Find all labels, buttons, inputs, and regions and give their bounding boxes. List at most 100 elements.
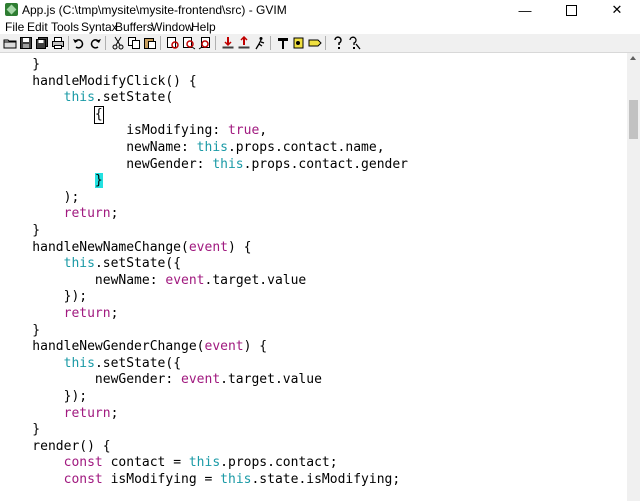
save-session-icon[interactable] xyxy=(237,36,251,50)
code-text: ) { xyxy=(227,239,252,255)
code-text: } xyxy=(1,422,41,438)
open-icon[interactable] xyxy=(3,36,17,50)
save-icon[interactable] xyxy=(19,36,33,50)
minimize-button[interactable]: — xyxy=(502,0,548,20)
maximize-button[interactable] xyxy=(548,0,594,20)
code-text: .target.value xyxy=(220,372,322,388)
find-icon[interactable] xyxy=(166,36,180,50)
keyword-token: const xyxy=(63,472,103,487)
code-text: }); xyxy=(1,389,88,404)
code-line: this.setState( xyxy=(1,90,174,106)
keyword-token: this xyxy=(188,455,221,471)
code-line: } xyxy=(1,173,103,189)
matching-brace: } xyxy=(94,173,103,189)
load-session-icon[interactable] xyxy=(221,36,235,50)
menu-syntax[interactable]: Syntax xyxy=(81,20,118,34)
toolbar-separator xyxy=(68,36,69,50)
code-text: contact = xyxy=(102,455,189,471)
menu-file[interactable]: File xyxy=(5,20,24,34)
code-text: ; xyxy=(110,306,119,321)
make-icon[interactable] xyxy=(276,36,290,50)
keyword-token: return xyxy=(63,306,111,321)
code-line: handleModifyClick() { xyxy=(1,73,197,90)
find-prev-icon[interactable] xyxy=(198,36,212,50)
code-line: }); xyxy=(1,389,87,405)
toolbar-separator xyxy=(160,36,161,50)
toolbar-separator xyxy=(325,36,326,50)
redo-icon[interactable] xyxy=(88,36,102,50)
code-line: render() { xyxy=(1,438,111,455)
keyword-token: return xyxy=(63,405,111,421)
menu-window[interactable]: Window xyxy=(151,20,194,34)
menu-edit[interactable]: Edit xyxy=(27,20,48,34)
code-line: newName: event.target.value xyxy=(1,273,306,289)
code-text: handleModifyClick() { xyxy=(1,73,197,89)
code-text: ) { xyxy=(243,339,268,355)
code-text: } xyxy=(1,57,41,72)
code-text: , xyxy=(259,123,268,139)
code-text: .props.contact.name, xyxy=(227,140,385,155)
keyword-token: return xyxy=(63,206,111,222)
code-line: isModifying: true, xyxy=(1,123,267,139)
toolbar-separator xyxy=(105,36,106,50)
keyword-token: this xyxy=(212,156,244,172)
toolbar-separator xyxy=(215,36,216,50)
code-text: handleNewNameChange( xyxy=(1,239,189,255)
code-text: newGender: xyxy=(1,156,213,172)
code-text: .setState({ xyxy=(94,355,182,371)
scroll-up-arrow-icon[interactable] xyxy=(630,56,636,60)
run-ctags-icon[interactable] xyxy=(292,36,306,50)
code-text: } xyxy=(1,223,41,238)
keyword-token: event xyxy=(204,339,244,355)
keyword-token: this xyxy=(63,355,95,371)
toolbar xyxy=(0,34,640,53)
find-help-icon[interactable] xyxy=(347,36,361,50)
close-button[interactable]: ✕ xyxy=(594,0,640,20)
code-line: newName: this.props.contact.name, xyxy=(1,140,385,156)
keyword-token: const xyxy=(63,455,103,471)
menu-buffers[interactable]: Buffers xyxy=(115,20,153,34)
code-text: isModifying = xyxy=(102,472,221,487)
cut-icon[interactable] xyxy=(111,36,125,50)
copy-icon[interactable] xyxy=(127,36,141,50)
vertical-scrollbar[interactable] xyxy=(627,53,640,501)
code-line: const isModifying = this.state.isModifyi… xyxy=(1,472,401,488)
menu-help[interactable]: Help xyxy=(191,20,216,34)
save-all-icon[interactable] xyxy=(35,36,49,50)
find-next-icon[interactable] xyxy=(182,36,196,50)
help-icon[interactable] xyxy=(331,36,345,50)
run-script-icon[interactable] xyxy=(253,36,267,50)
print-icon[interactable] xyxy=(51,36,65,50)
code-editor[interactable]: } handleModifyClick() { this.setState( {… xyxy=(0,53,627,501)
gvim-app-icon xyxy=(5,3,18,16)
code-text: .props.contact; xyxy=(220,455,338,471)
maximize-icon xyxy=(565,4,577,16)
code-text: newName: xyxy=(1,140,197,155)
code-line: this.setState({ xyxy=(1,256,181,272)
jump-tag-icon[interactable] xyxy=(308,36,322,50)
menu-tools[interactable]: Tools xyxy=(51,20,79,34)
code-line: this.setState({ xyxy=(1,356,181,372)
toolbar-separator xyxy=(270,36,271,50)
undo-icon[interactable] xyxy=(72,36,86,50)
keyword-token: this xyxy=(63,90,95,106)
code-text: .setState({ xyxy=(94,256,182,272)
code-text: newGender: xyxy=(1,372,182,388)
title-bar: App.js (C:\tmp\mysite\mysite-frontend\sr… xyxy=(0,0,640,20)
keyword-token: event xyxy=(165,272,205,288)
code-line: return; xyxy=(1,206,119,222)
code-line: return; xyxy=(1,306,119,322)
paste-icon[interactable] xyxy=(143,36,157,50)
code-text: newName: xyxy=(1,272,166,288)
code-text: ; xyxy=(110,405,119,421)
scrollbar-thumb[interactable] xyxy=(629,100,638,139)
code-text: .state.isModifying; xyxy=(251,472,401,487)
code-text: render() { xyxy=(1,438,111,454)
